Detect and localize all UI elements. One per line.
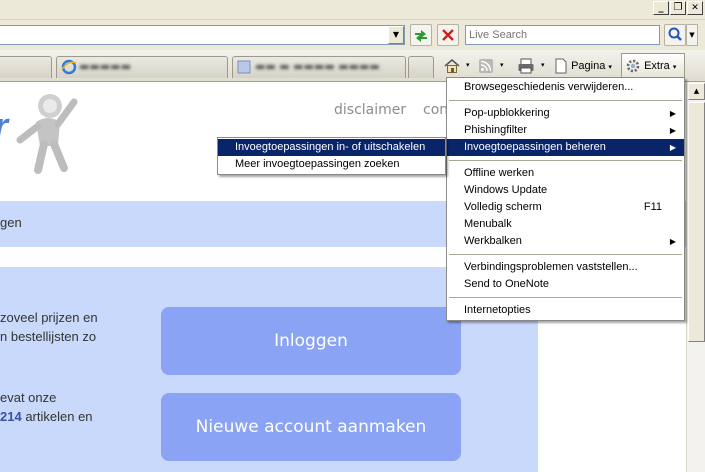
article-count: 214 xyxy=(0,409,22,424)
menu-item-popup-blocker[interactable]: Pop-upblokkering ▶ xyxy=(447,105,684,122)
tools-menu-label: Extra xyxy=(644,60,670,72)
minimize-button[interactable]: _ xyxy=(653,1,669,15)
menu-separator xyxy=(449,254,682,255)
disclaimer-link[interactable]: disclaimer xyxy=(334,102,406,118)
menu-item-label: Browsegeschiedenis verwijderen... xyxy=(464,81,634,93)
go-refresh-button[interactable] xyxy=(410,24,432,46)
menu-item-find-more-addons[interactable]: Meer invoegtoepassingen zoeken xyxy=(218,156,445,173)
menu-item-phishing-filter[interactable]: Phishingfilter ▶ xyxy=(447,122,684,139)
refresh-icon xyxy=(415,30,427,42)
menu-item-label: Send to OneNote xyxy=(464,278,550,290)
gear-icon xyxy=(626,59,640,73)
magnifier-icon xyxy=(668,27,682,41)
tools-menu-arrow: ▾ xyxy=(672,64,677,71)
scroll-thumb[interactable] xyxy=(688,102,705,342)
menu-item-label: Verbindingsproblemen vaststellen... xyxy=(464,261,638,273)
window-title-bar: _ ❐ ✕ xyxy=(0,0,705,20)
search-provider-dropdown[interactable]: ▼ xyxy=(686,24,698,46)
menu-item-internet-options[interactable]: Internetopties xyxy=(447,302,684,319)
menu-item-label: Werkbalken xyxy=(464,235,522,247)
home-button[interactable] xyxy=(443,55,461,77)
vertical-scrollbar[interactable]: ▲ xyxy=(686,82,705,472)
tab-1[interactable] xyxy=(0,56,52,78)
close-button[interactable]: ✕ xyxy=(687,1,703,15)
new-tab-button[interactable] xyxy=(408,56,434,78)
menu-item-label: Windows Update xyxy=(464,184,548,196)
page-menu-label: Pagina xyxy=(571,60,606,72)
menu-item-label: Volledig scherm xyxy=(464,201,542,213)
band-link[interactable]: gen xyxy=(0,215,22,230)
print-dropdown[interactable]: ▾ xyxy=(541,55,545,77)
svg-text:r: r xyxy=(0,105,10,146)
contact-link[interactable]: con xyxy=(423,102,448,118)
page-menu-arrow: ▾ xyxy=(608,64,612,71)
tab-2[interactable]: ▬▬▬▬▬ xyxy=(56,56,228,78)
menu-item-diagnose-connection[interactable]: Verbindingsproblemen vaststellen... xyxy=(447,259,684,276)
menu-separator xyxy=(449,297,682,298)
print-button[interactable] xyxy=(517,55,535,77)
address-field[interactable] xyxy=(0,25,405,45)
home-icon xyxy=(444,59,460,74)
page-menu-button[interactable]: Pagina ▾ xyxy=(554,55,612,77)
menu-item-menu-bar[interactable]: Menubalk xyxy=(447,216,684,233)
menu-item-label: Internetopties xyxy=(464,304,531,316)
menu-separator xyxy=(449,160,682,161)
feeds-dropdown[interactable]: ▾ xyxy=(500,55,504,77)
addons-submenu: Invoegtoepassingen in- of uitschakelen M… xyxy=(217,137,446,175)
menu-item-windows-update[interactable]: Windows Update xyxy=(447,182,684,199)
rss-icon xyxy=(479,59,493,74)
page-icon xyxy=(237,60,251,74)
menu-item-toolbars[interactable]: Werkbalken ▶ xyxy=(447,233,684,250)
page-icon xyxy=(555,58,567,74)
new-account-button[interactable]: Nieuwe account aanmaken xyxy=(161,393,461,461)
menu-item-label: Offline werken xyxy=(464,167,535,179)
scroll-up-button[interactable]: ▲ xyxy=(688,83,705,100)
home-dropdown[interactable]: ▾ xyxy=(466,55,470,77)
live-search-input[interactable] xyxy=(465,25,660,45)
login-button[interactable]: Inloggen xyxy=(161,307,461,375)
menu-item-label: Invoegtoepassingen in- of uitschakelen xyxy=(235,141,426,153)
submenu-arrow-icon: ▶ xyxy=(669,126,676,135)
restore-button[interactable]: ❐ xyxy=(670,1,686,15)
submenu-arrow-icon: ▶ xyxy=(669,237,676,246)
feeds-button[interactable] xyxy=(478,55,494,77)
menu-item-label: Pop-upblokkering xyxy=(464,107,550,119)
printer-icon xyxy=(518,58,534,74)
mascot-logo: r xyxy=(0,94,78,174)
menu-separator xyxy=(449,100,682,101)
ie-icon xyxy=(61,59,77,75)
intro-line-1: zoveel prijzen en xyxy=(0,310,98,325)
tools-menu-button[interactable]: Extra ▾ xyxy=(621,53,685,79)
tab-2-title-redacted: ▬▬▬▬▬ xyxy=(79,60,131,73)
intro-line-2: n bestellijsten zo xyxy=(0,329,97,344)
stats-line-2-text: artikelen en xyxy=(21,409,93,424)
menu-item-label: Meer invoegtoepassingen zoeken xyxy=(235,158,400,170)
address-dropdown-button[interactable]: ▼ xyxy=(388,26,404,44)
stats-line-1: evat onze xyxy=(0,390,57,405)
stop-button[interactable] xyxy=(437,24,459,46)
menu-item-label: Menubalk xyxy=(464,218,512,230)
tools-menu: Browsegeschiedenis verwijderen... Pop-up… xyxy=(446,77,685,321)
stats-line-2: 214 artikelen en xyxy=(0,407,93,426)
tab-3-title-redacted: ▬▬ ▬ ▬▬▬▬ ▬▬▬▬ xyxy=(255,60,380,73)
menu-item-label: Phishingfilter xyxy=(464,124,527,136)
menu-item-send-to-onenote[interactable]: Send to OneNote xyxy=(447,276,684,293)
tab-3[interactable]: ▬▬ ▬ ▬▬▬▬ ▬▬▬▬ xyxy=(232,56,406,78)
menu-item-delete-history[interactable]: Browsegeschiedenis verwijderen... xyxy=(447,79,684,96)
menu-item-full-screen[interactable]: Volledig scherm F11 xyxy=(447,199,684,216)
menu-item-manage-addons[interactable]: Invoegtoepassingen beheren ▶ xyxy=(447,139,684,156)
menu-item-label: Invoegtoepassingen beheren xyxy=(464,141,606,153)
stop-icon xyxy=(442,29,454,41)
address-toolbar: ▼ ▼ xyxy=(0,20,705,50)
menu-item-shortcut: F11 xyxy=(643,201,662,213)
menu-item-enable-disable-addons[interactable]: Invoegtoepassingen in- of uitschakelen xyxy=(218,139,445,156)
menu-item-work-offline[interactable]: Offline werken xyxy=(447,165,684,182)
submenu-arrow-icon: ▶ xyxy=(669,109,676,118)
submenu-arrow-icon: ▶ xyxy=(669,143,676,152)
search-go-button[interactable] xyxy=(664,24,686,46)
